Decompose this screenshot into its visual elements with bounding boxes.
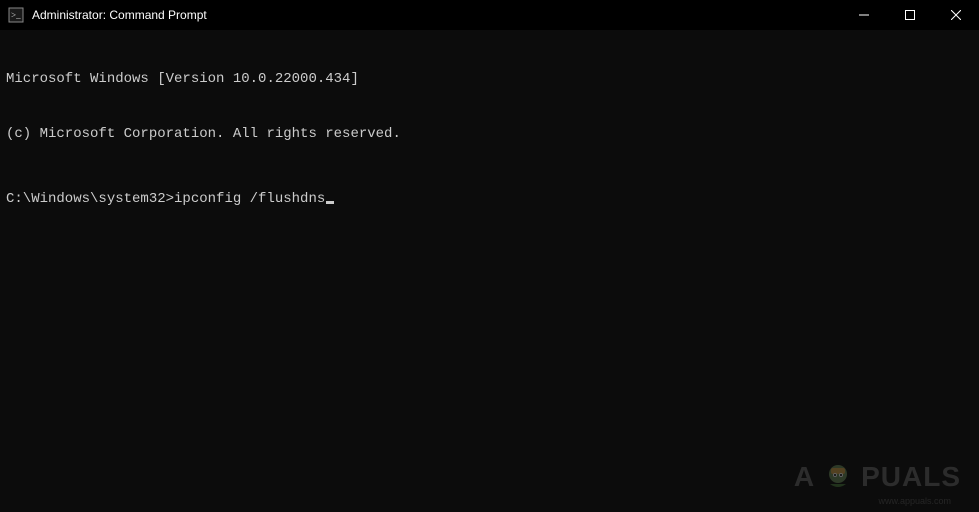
close-button[interactable]	[933, 0, 979, 30]
maximize-button[interactable]	[887, 0, 933, 30]
close-icon	[951, 10, 961, 20]
cmd-icon: >_	[8, 7, 24, 23]
command-prompt-window: >_ Administrator: Command Prompt	[0, 0, 979, 512]
typed-command: ipconfig /flushdns	[174, 190, 325, 208]
terminal-output-line: (c) Microsoft Corporation. All rights re…	[6, 125, 973, 143]
terminal-output-line: Microsoft Windows [Version 10.0.22000.43…	[6, 70, 973, 88]
window-title: Administrator: Command Prompt	[32, 8, 841, 22]
titlebar[interactable]: >_ Administrator: Command Prompt	[0, 0, 979, 30]
minimize-button[interactable]	[841, 0, 887, 30]
window-controls	[841, 0, 979, 29]
svg-text:>_: >_	[11, 10, 21, 20]
maximize-icon	[905, 10, 915, 20]
prompt-line: C:\Windows\system32>ipconfig /flushdns	[6, 190, 973, 208]
prompt-path: C:\Windows\system32>	[6, 190, 174, 208]
minimize-icon	[859, 10, 869, 20]
terminal-area[interactable]: Microsoft Windows [Version 10.0.22000.43…	[0, 30, 979, 512]
cursor	[326, 201, 334, 204]
